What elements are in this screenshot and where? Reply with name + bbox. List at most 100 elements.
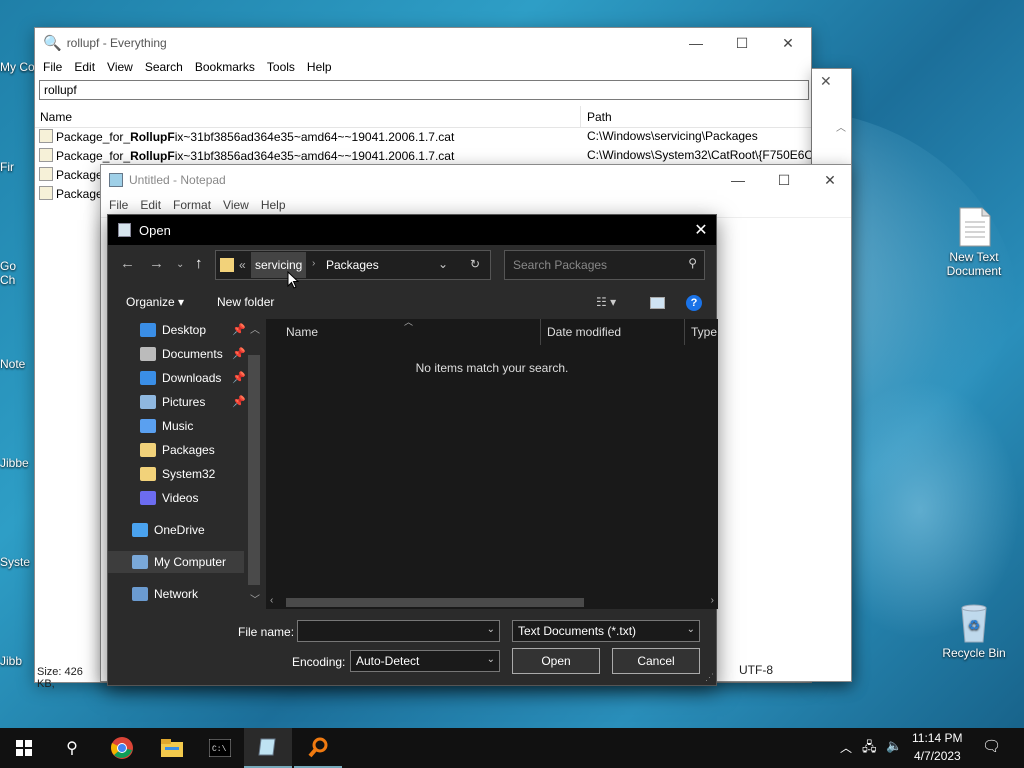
scroll-thumb[interactable] — [286, 598, 584, 607]
help-icon[interactable]: ? — [686, 295, 702, 311]
column-name[interactable]: Name — [286, 319, 318, 345]
result-name-suffix: ix~31bf3856ad364e35~amd64~~19041.2006.1.… — [174, 130, 455, 144]
menu-item-edit[interactable]: Edit — [68, 60, 101, 74]
everything-taskbar-icon[interactable] — [294, 728, 342, 768]
close-button[interactable]: ✕ — [807, 165, 853, 195]
scroll-thumb[interactable] — [248, 355, 260, 585]
menu-item-help[interactable]: Help — [255, 198, 292, 212]
address-bar[interactable]: « servicing › Packages ⌄ ↻ — [215, 250, 491, 280]
nav-item-onedrive[interactable]: OneDrive — [132, 519, 244, 541]
nav-item-music[interactable]: Music — [140, 415, 240, 437]
nav-item-network[interactable]: Network — [132, 583, 244, 605]
up-arrow-icon[interactable]: ↑ — [195, 255, 203, 272]
close-button[interactable]: ✕ — [765, 28, 811, 58]
breadcrumb-chevron-icon[interactable]: › — [312, 258, 315, 269]
search-input[interactable] — [39, 80, 809, 100]
preview-pane-icon[interactable] — [650, 297, 665, 309]
clock-date[interactable]: 4/7/2023 — [914, 749, 961, 763]
volume-icon[interactable]: 🔈 — [886, 738, 902, 754]
menu-item-search[interactable]: Search — [139, 60, 189, 74]
nav-item-packages[interactable]: Packages — [140, 439, 240, 461]
scroll-up-arrow[interactable]: ︿ — [836, 119, 846, 134]
search-input[interactable]: Search Packages ⚲ — [504, 250, 705, 280]
menu-item-file[interactable]: File — [103, 198, 134, 212]
file-type-select[interactable]: Text Documents (*.txt) ⌄ — [512, 620, 700, 642]
navigation-scrollbar[interactable]: ︿ ﹀ — [246, 319, 262, 609]
clock-time[interactable]: 11:14 PM — [912, 731, 962, 745]
menu-item-file[interactable]: File — [37, 60, 68, 74]
pin-icon[interactable]: 📌 — [232, 371, 246, 384]
desktop-icon-label[interactable]: Jibbe — [0, 456, 29, 470]
nav-item-downloads[interactable]: Downloads — [140, 367, 240, 389]
desktop-icon-label[interactable]: Go — [0, 259, 16, 273]
view-options-icon[interactable]: ☷ ▾ — [596, 295, 616, 309]
scroll-up-arrow[interactable]: ︿ — [250, 321, 260, 336]
address-dropdown-chevron-icon[interactable]: ⌄ — [438, 257, 448, 271]
menu-item-format[interactable]: Format — [167, 198, 217, 212]
open-button[interactable]: Open — [512, 648, 600, 674]
column-type[interactable]: Type — [691, 319, 717, 345]
start-button[interactable] — [0, 728, 48, 768]
desktop-icon-recycle-bin[interactable]: ♻ Recycle Bin — [936, 602, 1012, 660]
maximize-button[interactable]: ☐ — [719, 28, 765, 58]
menu-item-help[interactable]: Help — [301, 60, 338, 74]
nav-item-label: Network — [154, 587, 199, 601]
notifications-icon[interactable]: 🗨 — [982, 737, 1001, 755]
show-hidden-icons-chevron-icon[interactable]: ︿ — [840, 739, 852, 756]
maximize-button[interactable]: ☐ — [761, 165, 807, 195]
desktop-icon-label[interactable]: My Co — [0, 60, 35, 74]
chrome-icon[interactable] — [98, 728, 146, 768]
chevron-down-icon[interactable]: ⌄ — [687, 624, 695, 635]
chevron-down-icon[interactable]: ⌄ — [487, 654, 495, 665]
file-explorer-icon[interactable] — [148, 728, 196, 768]
notepad-taskbar-icon[interactable] — [244, 728, 292, 768]
forward-arrow-icon[interactable]: → — [149, 255, 164, 272]
chevron-down-icon[interactable]: ⌄ — [487, 624, 495, 635]
breadcrumb-item-packages[interactable]: Packages — [326, 258, 379, 272]
desktop-icon-label[interactable]: Note — [0, 357, 25, 371]
column-name[interactable]: Name — [40, 110, 72, 124]
scroll-right-arrow[interactable]: › — [711, 595, 714, 606]
encoding-select[interactable]: Auto-Detect ⌄ — [350, 650, 500, 672]
organize-button[interactable]: Organize ▾ — [126, 295, 184, 309]
close-button[interactable]: ✕ — [686, 215, 716, 245]
menu-item-view[interactable]: View — [101, 60, 139, 74]
nav-item-documents[interactable]: Documents — [140, 343, 240, 365]
search-icon[interactable]: ⚲ — [48, 728, 96, 768]
recent-locations-chevron-icon[interactable]: ⌄ — [176, 259, 184, 270]
column-path[interactable]: Path — [587, 110, 612, 124]
nav-item-videos[interactable]: Videos — [140, 487, 240, 509]
pin-icon[interactable]: 📌 — [232, 323, 246, 336]
menu-item-edit[interactable]: Edit — [134, 198, 167, 212]
horizontal-scrollbar[interactable]: ‹ › — [266, 595, 718, 609]
resize-grip-icon[interactable]: ⋰ — [705, 672, 714, 683]
desktop-icon-label[interactable]: Fir — [0, 160, 14, 174]
back-arrow-icon[interactable]: ← — [120, 255, 135, 272]
menu-item-bookmarks[interactable]: Bookmarks — [189, 60, 261, 74]
nav-item-desktop[interactable]: Desktop — [140, 319, 240, 341]
desktop-icon-label[interactable]: Jibb — [0, 654, 22, 668]
network-icon[interactable]: 🖧 — [862, 738, 877, 760]
menu-item-tools[interactable]: Tools — [261, 60, 301, 74]
close-button[interactable]: ✕ — [820, 73, 832, 90]
menu-item-view[interactable]: View — [217, 198, 255, 212]
scroll-down-arrow[interactable]: ﹀ — [250, 591, 260, 606]
pin-icon[interactable]: 📌 — [232, 347, 246, 360]
nav-item-pictures[interactable]: Pictures — [140, 391, 240, 413]
minimize-button[interactable]: — — [715, 165, 761, 195]
cancel-button[interactable]: Cancel — [612, 648, 700, 674]
nav-item-system32[interactable]: System32 — [140, 463, 240, 485]
desktop-icon-label[interactable]: Syste — [0, 555, 30, 569]
new-folder-button[interactable]: New folder — [217, 295, 274, 309]
pin-icon[interactable]: 📌 — [232, 395, 246, 408]
file-name-input[interactable]: ⌄ — [297, 620, 500, 642]
desktop-icon-label[interactable]: Ch — [0, 273, 15, 287]
scroll-left-arrow[interactable]: ‹ — [270, 595, 273, 606]
command-prompt-icon[interactable]: C:\ — [196, 728, 244, 768]
desktop-icon-new-text-document[interactable]: New Text Document — [936, 206, 1012, 278]
column-date-modified[interactable]: Date modified — [547, 319, 621, 345]
result-row[interactable]: Package_for_RollupFix~31bf3856ad364e35~a… — [35, 129, 811, 148]
minimize-button[interactable]: — — [673, 28, 719, 58]
refresh-icon[interactable]: ↻ — [470, 257, 480, 271]
nav-item-my-computer[interactable]: My Computer — [108, 551, 244, 573]
